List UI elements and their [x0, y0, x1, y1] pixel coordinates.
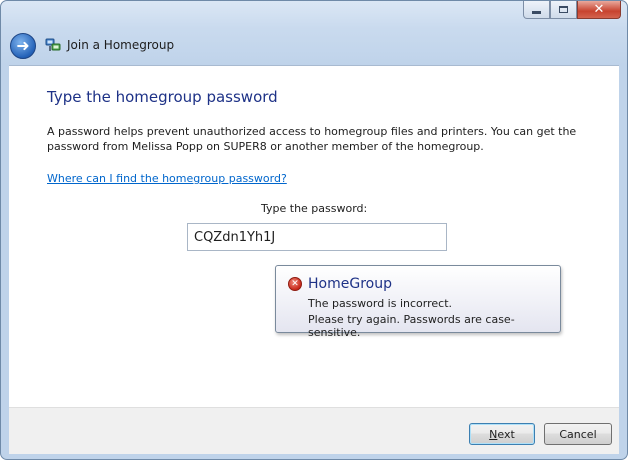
- cancel-button[interactable]: Cancel: [544, 423, 612, 445]
- wizard-footer: Next Cancel: [9, 407, 619, 454]
- next-button[interactable]: Next: [469, 423, 535, 445]
- error-balloon: ✕ HomeGroup The password is incorrect. P…: [275, 265, 561, 339]
- maximize-icon: [559, 6, 568, 13]
- minimize-icon: [532, 11, 541, 14]
- next-button-label: ext: [497, 427, 515, 441]
- close-icon: ✕: [593, 2, 605, 17]
- error-icon: ✕: [288, 277, 302, 291]
- join-homegroup-window: ✕ ➜ Join a Homegroup Type the homegroup …: [0, 0, 628, 460]
- password-input[interactable]: [187, 223, 447, 251]
- wizard-content: Type the homegroup password A password h…: [9, 65, 619, 408]
- balloon-message-line1: The password is incorrect.: [308, 297, 452, 310]
- description-text: A password helps prevent unauthorized ac…: [47, 125, 577, 153]
- balloon-title: HomeGroup: [308, 276, 392, 292]
- next-button-mnemonic: N: [489, 427, 498, 441]
- caption-buttons: ✕: [523, 1, 621, 20]
- cancel-button-label: Cancel: [559, 427, 597, 441]
- back-button[interactable]: ➜: [10, 33, 36, 59]
- password-label: Type the password:: [261, 202, 368, 215]
- maximize-button[interactable]: [550, 1, 577, 19]
- minimize-button[interactable]: [523, 1, 550, 19]
- homegroup-icon: [45, 38, 61, 51]
- close-button[interactable]: ✕: [577, 1, 621, 19]
- page-heading: Type the homegroup password: [47, 88, 278, 106]
- back-arrow-icon: ➜: [16, 35, 30, 55]
- balloon-message-line2: Please try again. Passwords are case-sen…: [308, 313, 515, 339]
- find-password-link[interactable]: Where can I find the homegroup password?: [47, 172, 287, 185]
- wizard-title: Join a Homegroup: [67, 38, 175, 52]
